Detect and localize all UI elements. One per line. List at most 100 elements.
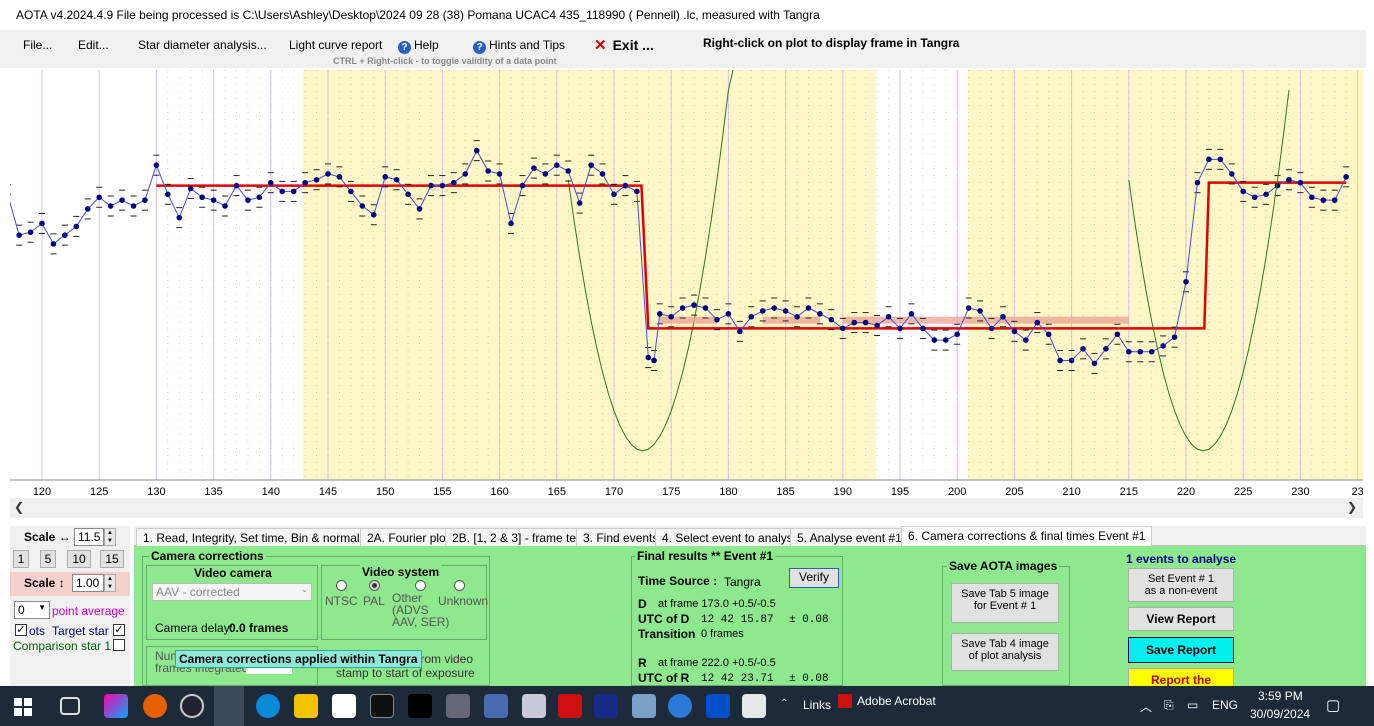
save-tab5-button[interactable]: Save Tab 5 image for Event # 1 <box>951 583 1059 623</box>
paint-icon[interactable] <box>522 694 546 718</box>
step-1-button[interactable]: 1 <box>13 550 29 568</box>
camera-select[interactable]: AAV - corrected ⌄ <box>152 583 312 601</box>
unknown-radio[interactable] <box>454 580 465 591</box>
data-point <box>142 197 148 203</box>
target-star-checkbox[interactable]: ✓ <box>113 624 125 636</box>
data-point <box>325 171 331 177</box>
mail-app-icon[interactable] <box>484 694 508 718</box>
chevron-icon[interactable]: ⌃ <box>780 698 788 709</box>
step-15-button[interactable]: 15 <box>100 550 124 568</box>
set-non-event-button[interactable]: Set Event # 1 as a non-event <box>1128 568 1234 602</box>
data-point <box>73 223 80 230</box>
acrobat-link[interactable]: Adobe Acrobat <box>857 694 936 708</box>
clock-time[interactable]: 3:59 PM <box>1258 689 1303 703</box>
right-click-hint: Right-click on plot to display frame in … <box>703 36 960 50</box>
photos-icon[interactable] <box>632 694 656 718</box>
tab-read-integrity[interactable]: 1. Read, Integrity, Set time, Bin & norm… <box>136 528 382 546</box>
acrobat-icon[interactable] <box>558 694 582 718</box>
data-point <box>336 174 343 180</box>
tab-frame-test[interactable]: 2B. [1, 2 & 3] - frame test <box>445 528 593 546</box>
tab-fourier-plot[interactable]: 2A. Fourier plot <box>360 528 457 546</box>
scale-h-spinner[interactable]: ▲ ▼ <box>104 528 116 546</box>
camera-app-icon[interactable] <box>446 694 470 718</box>
menu-light-curve-report[interactable]: Light curve report <box>289 38 382 52</box>
task-view-icon[interactable] <box>60 697 80 715</box>
scale-v-input[interactable]: 1.00 <box>72 574 104 592</box>
menu-exit[interactable]: ✕ Exit ... <box>594 36 654 54</box>
clock-date[interactable]: 30/09/2024 <box>1250 707 1310 721</box>
battery-icon[interactable]: ▭ <box>1187 698 1198 712</box>
scale-v-spinner[interactable]: ▲ ▼ <box>104 574 116 592</box>
data-point <box>16 232 22 238</box>
view-report-button[interactable]: View Report <box>1128 607 1234 631</box>
file-explorer-icon[interactable] <box>294 694 318 718</box>
data-point <box>393 176 400 183</box>
scroll-left-icon[interactable]: ❮ <box>14 500 24 514</box>
data-point <box>988 325 995 332</box>
data-point <box>1274 182 1281 189</box>
menu-file[interactable]: File... <box>23 38 52 52</box>
data-point <box>1331 197 1338 203</box>
verify-button[interactable]: Verify <box>789 568 839 588</box>
menu-help[interactable]: ? Help <box>398 38 439 54</box>
links-toolbar[interactable]: Links <box>803 698 831 712</box>
copilot-icon[interactable] <box>104 694 128 718</box>
save-tab4-button[interactable]: Save Tab 4 image of plot analysis <box>951 633 1059 671</box>
data-point <box>542 171 549 177</box>
circle-app-icon[interactable] <box>668 694 692 718</box>
scale-h-input[interactable]: 11.5 <box>74 528 104 546</box>
c2a-icon[interactable] <box>180 694 204 718</box>
comparison-star-checkbox[interactable] <box>113 639 125 651</box>
x-tick-label: 220 <box>1177 486 1195 498</box>
moon-app-icon[interactable] <box>370 694 394 718</box>
edge-icon[interactable] <box>256 694 280 718</box>
aota-icon[interactable] <box>214 686 244 726</box>
utc-r-error: ± 0.08 <box>789 673 829 685</box>
tray-chevron-icon[interactable]: ︿ <box>1140 698 1152 715</box>
notifications-icon[interactable]: ▢ <box>1326 696 1340 714</box>
tab-analyse-event[interactable]: 5. Analyse event #1 <box>790 528 909 546</box>
tab-camera-corrections[interactable]: 6. Camera corrections & final times Even… <box>901 526 1153 547</box>
step-10-button[interactable]: 10 <box>67 550 91 568</box>
data-point <box>1148 348 1155 355</box>
firefox-icon[interactable] <box>143 694 167 718</box>
data-point <box>1286 176 1292 183</box>
x-tick-label: 185 <box>776 486 794 498</box>
report-the-button[interactable]: Report the <box>1128 668 1234 686</box>
step-5-button[interactable]: 5 <box>40 550 56 568</box>
data-point <box>1240 188 1246 195</box>
point-average-value: 0 <box>18 603 25 617</box>
menu-edit[interactable]: Edit... <box>78 38 109 52</box>
data-point <box>27 229 34 236</box>
malwarebytes-icon[interactable] <box>706 694 730 718</box>
data-point <box>153 162 160 168</box>
store-icon[interactable] <box>332 694 356 718</box>
notepad-icon[interactable] <box>742 694 766 718</box>
pal-radio[interactable] <box>369 580 380 591</box>
tab-select-event[interactable]: 4. Select event to analyse <box>655 528 807 546</box>
ntsc-radio[interactable] <box>336 580 347 591</box>
meet-icon[interactable]: ⎘ <box>1164 698 1174 713</box>
data-point <box>508 220 514 227</box>
transition-value: 0 frames <box>701 628 744 640</box>
menu-hints[interactable]: ? Hints and Tips <box>473 38 565 54</box>
plot-scrollbar[interactable]: ❮ ❯ <box>10 498 1363 518</box>
d-label: D <box>638 597 647 611</box>
ctrl-hint: CTRL + Right-click - to toggle validity … <box>333 56 557 66</box>
pts-checkbox[interactable]: ✓ <box>15 624 27 636</box>
plot-svg[interactable]: 120 125 130 135 140 145 150 155 160 165 170 175 180 1… <box>0 64 1364 498</box>
menu-star-diameter[interactable]: Star diameter analysis... <box>138 38 267 52</box>
save-report-button[interactable]: Save Report <box>1128 637 1234 663</box>
other-radio[interactable] <box>415 580 426 591</box>
windows-start-icon[interactable] <box>14 698 32 716</box>
point-average-select[interactable]: 0 ▼ <box>14 601 50 619</box>
final-results-title: Final results ** Event #1 <box>635 549 776 563</box>
black-app-icon[interactable] <box>408 694 432 718</box>
data-point <box>1251 194 1258 201</box>
data-point <box>737 328 743 335</box>
scroll-right-icon[interactable]: ❯ <box>1347 500 1357 514</box>
language-indicator[interactable]: ENG <box>1212 698 1238 712</box>
light-curve-plot[interactable]: 120 125 130 135 140 145 150 155 160 165 170 175 180 1… <box>0 64 1364 498</box>
tab-find-events[interactable]: 3. Find events <box>576 528 666 546</box>
stellarium-icon[interactable] <box>594 694 618 718</box>
